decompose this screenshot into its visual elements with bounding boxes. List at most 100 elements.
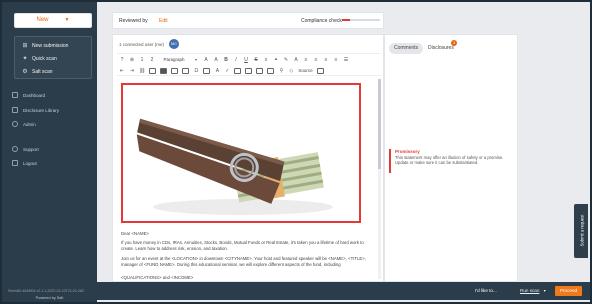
sidebar-item-label: New submission: [32, 43, 69, 49]
outdent-icon[interactable]: ⇤: [119, 67, 125, 75]
font-color-icon[interactable]: A: [213, 56, 219, 64]
review-panel: Comments Disclosures 3 Promissory This s…: [384, 34, 518, 282]
tab-comments[interactable]: Comments: [389, 43, 424, 54]
run-scan-link[interactable]: Run scan: [520, 288, 539, 293]
new-button-label: New: [36, 17, 49, 23]
sidebar-item-label: Salt scan: [32, 69, 53, 75]
admin-icon: [12, 121, 18, 127]
compliance-check-label: Compliance check: [301, 18, 342, 24]
align-justify-icon[interactable]: ≡: [333, 56, 339, 64]
letter-paragraph-2[interactable]: Join us for an event at the <LOCATION> i…: [121, 256, 371, 267]
salt-scan-icon: ⚙: [22, 69, 28, 75]
clear-format-icon[interactable]: [234, 68, 242, 74]
money-clothespin-illustration: [136, 118, 333, 215]
indent-icon[interactable]: ⇥: [129, 67, 135, 75]
like-to-label: I'd like to...: [475, 288, 497, 293]
list-icon[interactable]: ☰: [343, 56, 349, 64]
sidebar-item-admin[interactable]: Admin: [12, 121, 36, 127]
flag-title: Promissory: [395, 149, 420, 154]
source-code-icon[interactable]: ◇: [288, 67, 294, 75]
proceed-button[interactable]: Proceed: [555, 286, 582, 296]
compliance-meter: [342, 19, 380, 21]
powered-by: Powered by Salt: [35, 296, 64, 300]
image-icon[interactable]: [160, 68, 168, 74]
submit-request-tab[interactable]: Submit a request: [574, 204, 588, 258]
edit-reviewer-link[interactable]: Edit: [159, 18, 168, 24]
editor-toolbar: ? ⊕ 1 2 Paragraph ▼ A A B I U S x ⚭ ✎ A …: [117, 53, 381, 76]
chevron-down-icon[interactable]: ▼: [543, 289, 546, 293]
reviewed-by-label: Reviewed by: [119, 18, 148, 24]
align-right-icon[interactable]: ≡: [323, 56, 329, 64]
sidebar-item-quick-scan[interactable]: ✦ Quick scan: [22, 56, 57, 62]
sidebar: New ▼ ⊞ New submission ✦ Quick scan ⚙ Sal…: [2, 2, 97, 302]
help-icon[interactable]: ?: [119, 56, 125, 64]
bold-icon[interactable]: B: [223, 56, 229, 64]
text-color-icon[interactable]: A: [293, 56, 299, 64]
align-left-icon[interactable]: ≡: [303, 56, 309, 64]
sidebar-item-new-submission[interactable]: ⊞ New submission: [22, 43, 68, 49]
toolbar-row-2: ⇤ ⇥ ⛓ Ω A ✓ ⚲ ◇ Source: [119, 66, 324, 76]
special-char-icon[interactable]: Ω: [193, 67, 199, 75]
compliance-meter-fill: [342, 19, 350, 21]
underline-icon[interactable]: U: [243, 56, 249, 64]
strikethrough-icon[interactable]: S: [253, 56, 259, 64]
source-button[interactable]: Source: [298, 67, 312, 75]
avatar[interactable]: MC: [169, 39, 179, 49]
subscript-icon[interactable]: x: [263, 56, 269, 64]
support-icon: [12, 146, 18, 152]
block-icon[interactable]: [245, 68, 253, 74]
sidebar-item-support[interactable]: Support: [12, 146, 39, 152]
font-icon[interactable]: A: [214, 67, 220, 75]
preview-icon[interactable]: [267, 68, 275, 74]
fullscreen-icon[interactable]: [316, 68, 324, 74]
editor-scrollbar[interactable]: [378, 79, 381, 279]
sidebar-item-salt-scan[interactable]: ⚙ Salt scan: [22, 69, 53, 75]
letter-paragraph-1[interactable]: If you have money in CDs, IRAs, Annuitie…: [121, 240, 371, 251]
spellcheck-icon[interactable]: ✓: [224, 67, 230, 75]
toolbar-row-1: ? ⊕ 1 2 Paragraph ▼ A A B I U S x ⚭ ✎ A …: [119, 55, 349, 65]
search-icon[interactable]: ⚲: [278, 67, 284, 75]
action-bar: I'd like to... Run scan ▼ Proceed: [97, 282, 590, 300]
align-center-icon[interactable]: ≡: [313, 56, 319, 64]
plus-square-icon: ⊞: [22, 43, 28, 49]
sidebar-item-dashboard[interactable]: Dashboard: [12, 92, 45, 98]
letter-greeting[interactable]: Dear <NAME>: [121, 231, 371, 236]
table-icon[interactable]: [149, 68, 157, 74]
sidebar-item-label: Logout: [23, 160, 37, 166]
chevron-down-icon: ▼: [64, 17, 70, 23]
sidebar-item-logout[interactable]: Logout: [12, 160, 37, 166]
paragraph-select[interactable]: Paragraph: [159, 56, 189, 64]
letter-paragraph-3[interactable]: <QUALIFICATIONS> and <INCOME>: [121, 275, 371, 280]
page-break-icon[interactable]: [256, 68, 264, 74]
sidebar-item-label: Disclosure Library: [23, 107, 60, 113]
heading-2-icon[interactable]: 2: [149, 56, 155, 64]
sidebar-item-label: Admin: [23, 121, 36, 127]
library-icon: [12, 107, 18, 113]
new-button[interactable]: New ▼: [14, 13, 92, 28]
link-insert-icon[interactable]: ⛓: [139, 67, 145, 75]
sidebar-item-label: Support: [23, 146, 39, 152]
editor-scrollbar-thumb[interactable]: [378, 79, 381, 169]
lightbulb-icon: ✦: [22, 56, 28, 62]
submit-request-label: Submit a request: [579, 214, 585, 247]
media-icon[interactable]: [171, 68, 179, 74]
font-size-icon[interactable]: A: [203, 56, 209, 64]
template-icon[interactable]: [203, 68, 211, 74]
version-text: ShieldEr.4645f04.v2.1.1-2022-03-23T21:21…: [8, 289, 85, 293]
dashboard-icon: [12, 92, 18, 98]
flag-description: This statement may offer an illusion of …: [395, 155, 504, 166]
grid-icon[interactable]: [182, 68, 190, 74]
link-icon[interactable]: ⚭: [273, 56, 279, 64]
sidebar-item-disclosure-library[interactable]: Disclosure Library: [12, 107, 59, 113]
promissory-flag[interactable]: Promissory This statement may offer an i…: [389, 149, 509, 173]
connected-users: 1 connected user (me): [119, 42, 165, 47]
italic-icon[interactable]: I: [233, 56, 239, 64]
chevron-down-icon: ▼: [194, 58, 198, 62]
highlight-icon[interactable]: ✎: [283, 56, 289, 64]
accessibility-icon[interactable]: ⊕: [129, 56, 135, 64]
heading-1-icon[interactable]: 1: [139, 56, 145, 64]
money-clip-image[interactable]: [121, 83, 361, 223]
sidebar-item-label: Dashboard: [23, 92, 46, 98]
disclosures-count-badge: 3: [451, 40, 457, 46]
sidebar-item-label: Quick scan: [32, 56, 57, 62]
